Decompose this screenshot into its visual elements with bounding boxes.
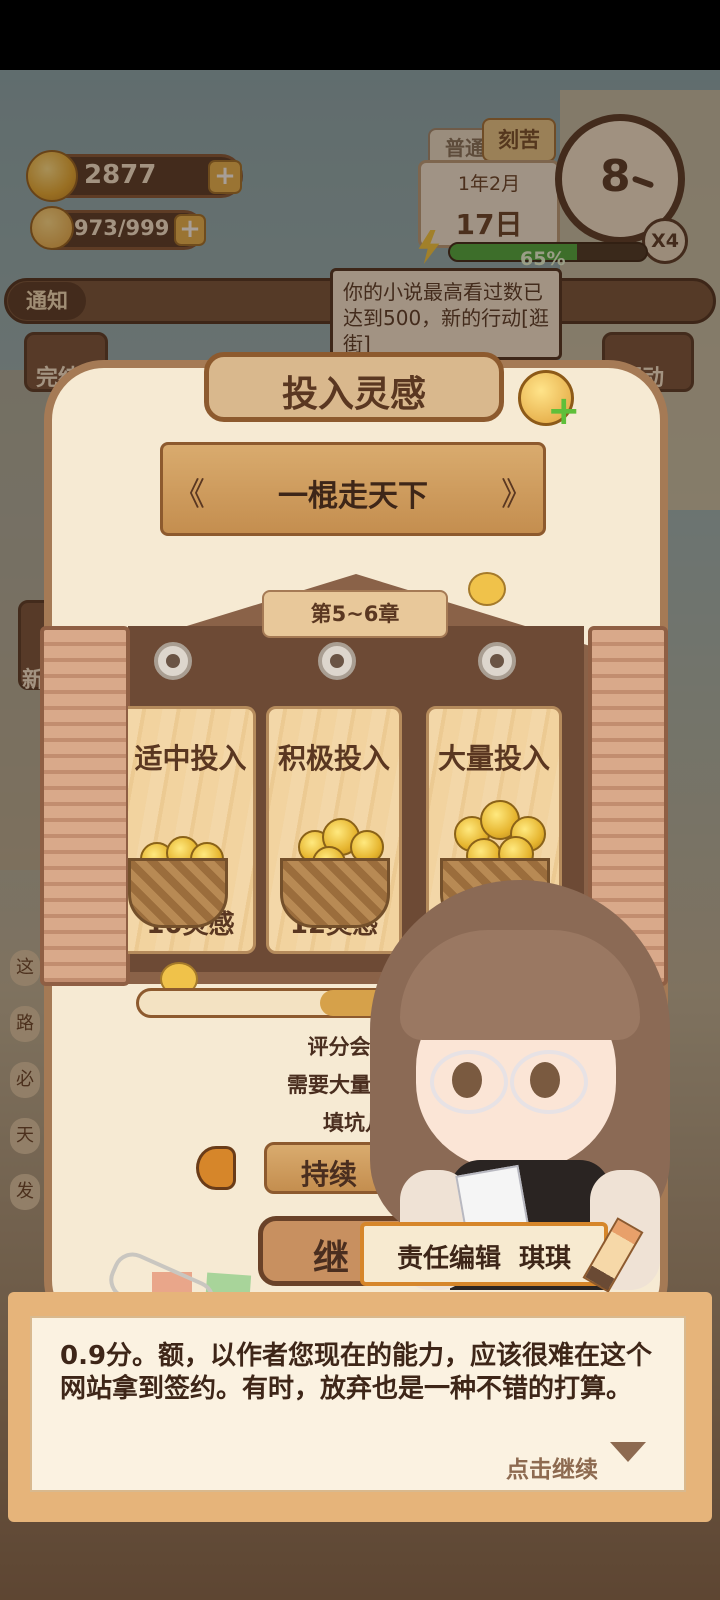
character-eye — [530, 1062, 560, 1098]
game-scene: 2877 + 973/999 + 普通 刻苦 1年2月 17日 8 X4 65%… — [0, 70, 720, 1600]
continue-hint[interactable]: 点击继续 — [506, 1450, 598, 1484]
sustained-option-label: 持续 — [301, 1158, 358, 1191]
chapter-label: 第5~6章 — [310, 602, 400, 626]
option-label: 大量投入 — [437, 742, 550, 775]
dialog-paper: 0.9分。额，以作者您现在的能力，应该很难在这个网站拿到签约。有时，放弃也是一种… — [30, 1316, 686, 1492]
add-inspiration-icon[interactable]: + — [518, 370, 581, 431]
novel-selector: 《 一棍走天下 》 — [160, 442, 546, 536]
option-label: 积极投入 — [277, 742, 390, 775]
modal-title-plaque: 投入灵感 — [204, 352, 504, 422]
prev-option-arrow-icon[interactable] — [196, 1146, 236, 1190]
continue-button-label: 继 — [313, 1238, 350, 1279]
coin-basket-icon — [128, 858, 228, 928]
next-novel-arrow[interactable]: 》 — [501, 469, 533, 515]
chapter-banner: 第5~6章 — [262, 590, 448, 638]
hanger-hook-icon — [318, 642, 356, 680]
left-shutter — [40, 626, 130, 986]
character-bangs — [400, 930, 640, 1040]
hanger-hook-icon — [478, 642, 516, 680]
modal-title: 投入灵感 — [281, 374, 426, 415]
hanger-hook-icon — [154, 642, 192, 680]
dialog-box[interactable]: 0.9分。额，以作者您现在的能力，应该很难在这个网站拿到签约。有时，放弃也是一种… — [8, 1292, 712, 1522]
novel-title: 一棍走天下 — [278, 479, 428, 514]
option-label: 适中投入 — [134, 742, 247, 775]
speaker-name: 责任编辑 琪琪 — [396, 1244, 572, 1274]
plus-icon: + — [547, 388, 581, 434]
continue-arrow-icon — [610, 1442, 646, 1462]
bird-icon — [468, 572, 506, 606]
speaker-nametag: 责任编辑 琪琪 — [360, 1222, 608, 1286]
character-eye — [452, 1062, 482, 1098]
dialog-text: 0.9分。额，以作者您现在的能力，应该很难在这个网站拿到签约。有时，放弃也是一种… — [60, 1341, 653, 1404]
